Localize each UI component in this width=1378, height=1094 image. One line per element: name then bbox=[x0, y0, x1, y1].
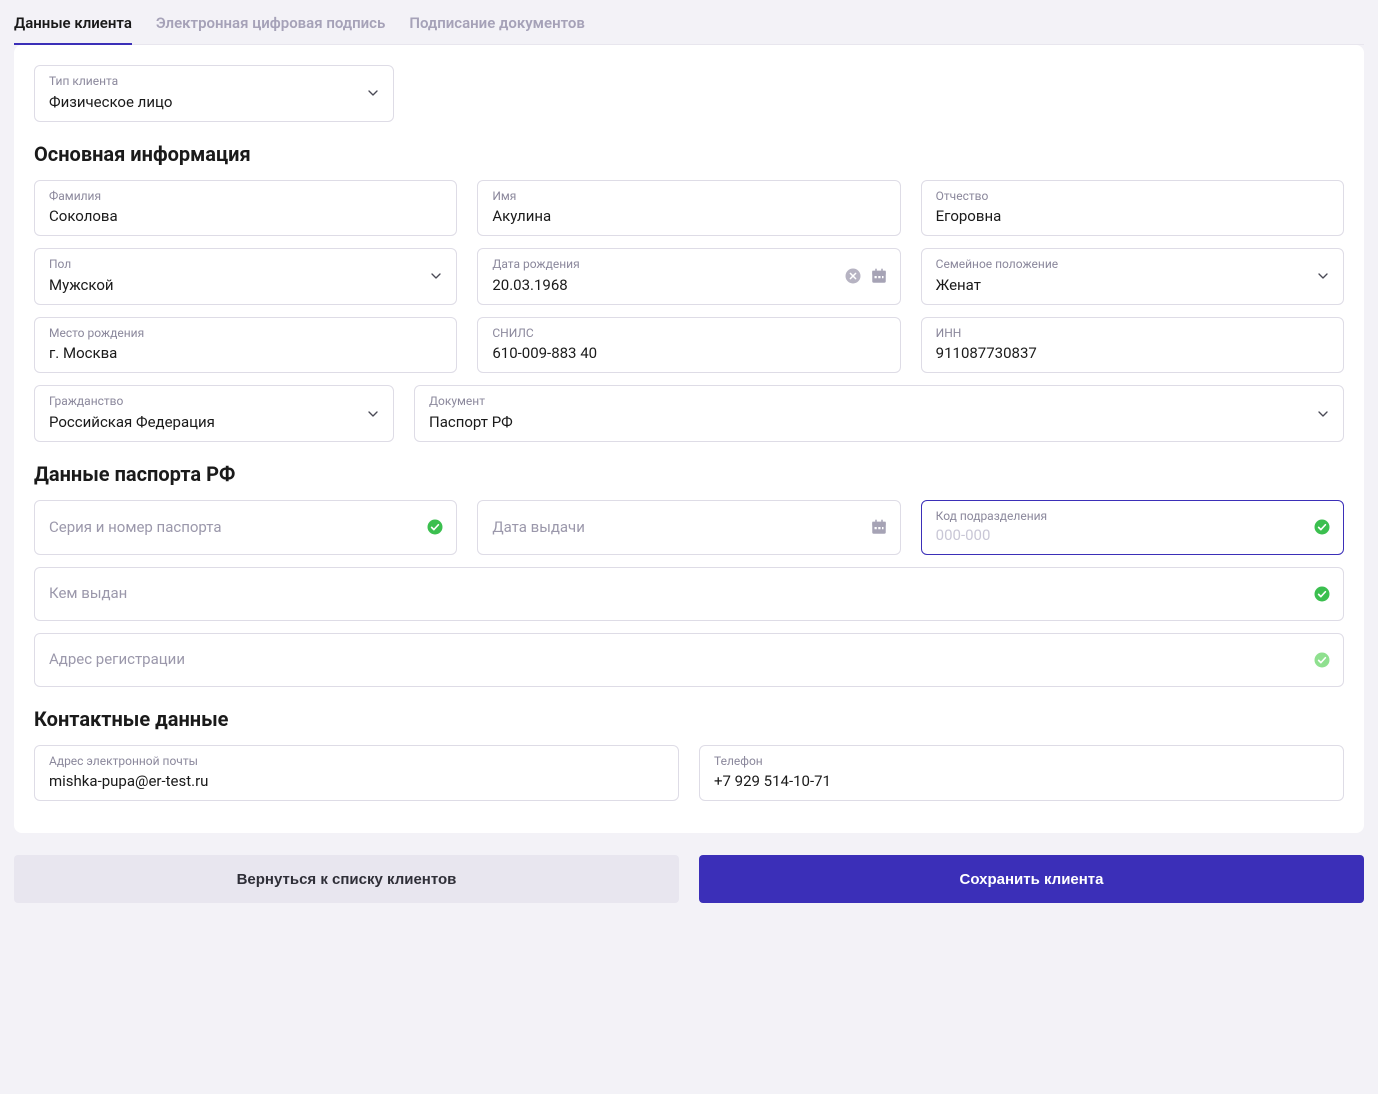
actions-bar: Вернуться к списку клиентов Сохранить кл… bbox=[14, 855, 1364, 903]
email-label: Адрес электронной почты bbox=[49, 754, 664, 770]
birthplace-field[interactable]: Место рождения г. Москва bbox=[34, 317, 457, 374]
dob-field[interactable]: Дата рождения 20.03.1968 bbox=[477, 248, 900, 305]
passport-issued-by-placeholder: Кем выдан bbox=[49, 583, 1329, 604]
passport-reg-addr-field[interactable]: Адрес регистрации bbox=[34, 633, 1344, 687]
calendar-icon[interactable] bbox=[870, 267, 888, 285]
inn-field[interactable]: ИНН 911087730837 bbox=[921, 317, 1344, 374]
patronymic-label: Отчество bbox=[936, 189, 1329, 205]
client-type-label: Тип клиента bbox=[49, 74, 379, 90]
chevron-down-icon bbox=[365, 85, 381, 101]
document-value: Паспорт РФ bbox=[429, 412, 1329, 433]
passport-series-field[interactable]: Серия и номер паспорта bbox=[34, 500, 457, 555]
inn-label: ИНН bbox=[936, 326, 1329, 342]
phone-label: Телефон bbox=[714, 754, 1329, 770]
client-type-select[interactable]: Тип клиента Физическое лицо bbox=[34, 65, 394, 122]
gender-value: Мужской bbox=[49, 275, 442, 296]
tabs: Данные клиента Электронная цифровая подп… bbox=[14, 14, 1364, 45]
phone-field[interactable]: Телефон +7 929 514-10-71 bbox=[699, 745, 1344, 802]
chevron-down-icon bbox=[1315, 406, 1331, 422]
form-card: Тип клиента Физическое лицо Основная инф… bbox=[14, 45, 1364, 833]
marital-select[interactable]: Семейное положение Женат bbox=[921, 248, 1344, 305]
tab-client-data[interactable]: Данные клиента bbox=[14, 14, 144, 44]
check-circle-icon bbox=[1313, 518, 1331, 536]
section-main-title: Основная информация bbox=[34, 142, 1344, 166]
snils-value: 610-009-883 40 bbox=[492, 343, 885, 364]
passport-issue-date-placeholder: Дата выдачи bbox=[492, 517, 885, 538]
marital-label: Семейное положение bbox=[936, 257, 1329, 273]
dob-label: Дата рождения bbox=[492, 257, 885, 273]
snils-label: СНИЛС bbox=[492, 326, 885, 342]
chevron-down-icon bbox=[1315, 268, 1331, 284]
passport-issue-date-field[interactable]: Дата выдачи bbox=[477, 500, 900, 555]
citizenship-select[interactable]: Гражданство Российская Федерация bbox=[34, 385, 394, 442]
lastname-field[interactable]: Фамилия Соколова bbox=[34, 180, 457, 237]
phone-value: +7 929 514-10-71 bbox=[714, 771, 1329, 792]
dob-value: 20.03.1968 bbox=[492, 275, 885, 296]
firstname-field[interactable]: Имя Акулина bbox=[477, 180, 900, 237]
chevron-down-icon bbox=[428, 268, 444, 284]
client-type-value: Физическое лицо bbox=[49, 92, 379, 113]
email-value: mishka-pupa@er-test.ru bbox=[49, 771, 664, 792]
firstname-value: Акулина bbox=[492, 206, 885, 227]
document-label: Документ bbox=[429, 394, 1329, 410]
tab-sign-docs[interactable]: Подписание документов bbox=[409, 14, 597, 44]
clear-icon[interactable] bbox=[844, 267, 862, 285]
back-button[interactable]: Вернуться к списку клиентов bbox=[14, 855, 679, 903]
check-circle-icon bbox=[426, 518, 444, 536]
patronymic-field[interactable]: Отчество Егоровна bbox=[921, 180, 1344, 237]
passport-series-placeholder: Серия и номер паспорта bbox=[49, 517, 442, 538]
citizenship-label: Гражданство bbox=[49, 394, 379, 410]
passport-dept-code-placeholder: 000-000 bbox=[936, 525, 1329, 546]
tab-eds[interactable]: Электронная цифровая подпись bbox=[156, 14, 397, 44]
email-field[interactable]: Адрес электронной почты mishka-pupa@er-t… bbox=[34, 745, 679, 802]
chevron-down-icon bbox=[365, 406, 381, 422]
section-contacts-title: Контактные данные bbox=[34, 707, 1344, 731]
inn-value: 911087730837 bbox=[936, 343, 1329, 364]
firstname-label: Имя bbox=[492, 189, 885, 205]
gender-label: Пол bbox=[49, 257, 442, 273]
patronymic-value: Егоровна bbox=[936, 206, 1329, 227]
marital-value: Женат bbox=[936, 275, 1329, 296]
check-circle-icon bbox=[1313, 585, 1331, 603]
calendar-icon[interactable] bbox=[870, 518, 888, 536]
birthplace-label: Место рождения bbox=[49, 326, 442, 342]
section-passport-title: Данные паспорта РФ bbox=[34, 462, 1344, 486]
passport-reg-addr-placeholder: Адрес регистрации bbox=[49, 649, 1329, 670]
lastname-value: Соколова bbox=[49, 206, 442, 227]
check-circle-icon bbox=[1313, 651, 1331, 669]
gender-select[interactable]: Пол Мужской bbox=[34, 248, 457, 305]
birthplace-value: г. Москва bbox=[49, 343, 442, 364]
document-select[interactable]: Документ Паспорт РФ bbox=[414, 385, 1344, 442]
citizenship-value: Российская Федерация bbox=[49, 412, 379, 433]
passport-issued-by-field[interactable]: Кем выдан bbox=[34, 567, 1344, 621]
lastname-label: Фамилия bbox=[49, 189, 442, 205]
passport-dept-code-label: Код подразделения bbox=[936, 509, 1329, 525]
passport-dept-code-field[interactable]: Код подразделения 000-000 bbox=[921, 500, 1344, 555]
save-button[interactable]: Сохранить клиента bbox=[699, 855, 1364, 903]
snils-field[interactable]: СНИЛС 610-009-883 40 bbox=[477, 317, 900, 374]
